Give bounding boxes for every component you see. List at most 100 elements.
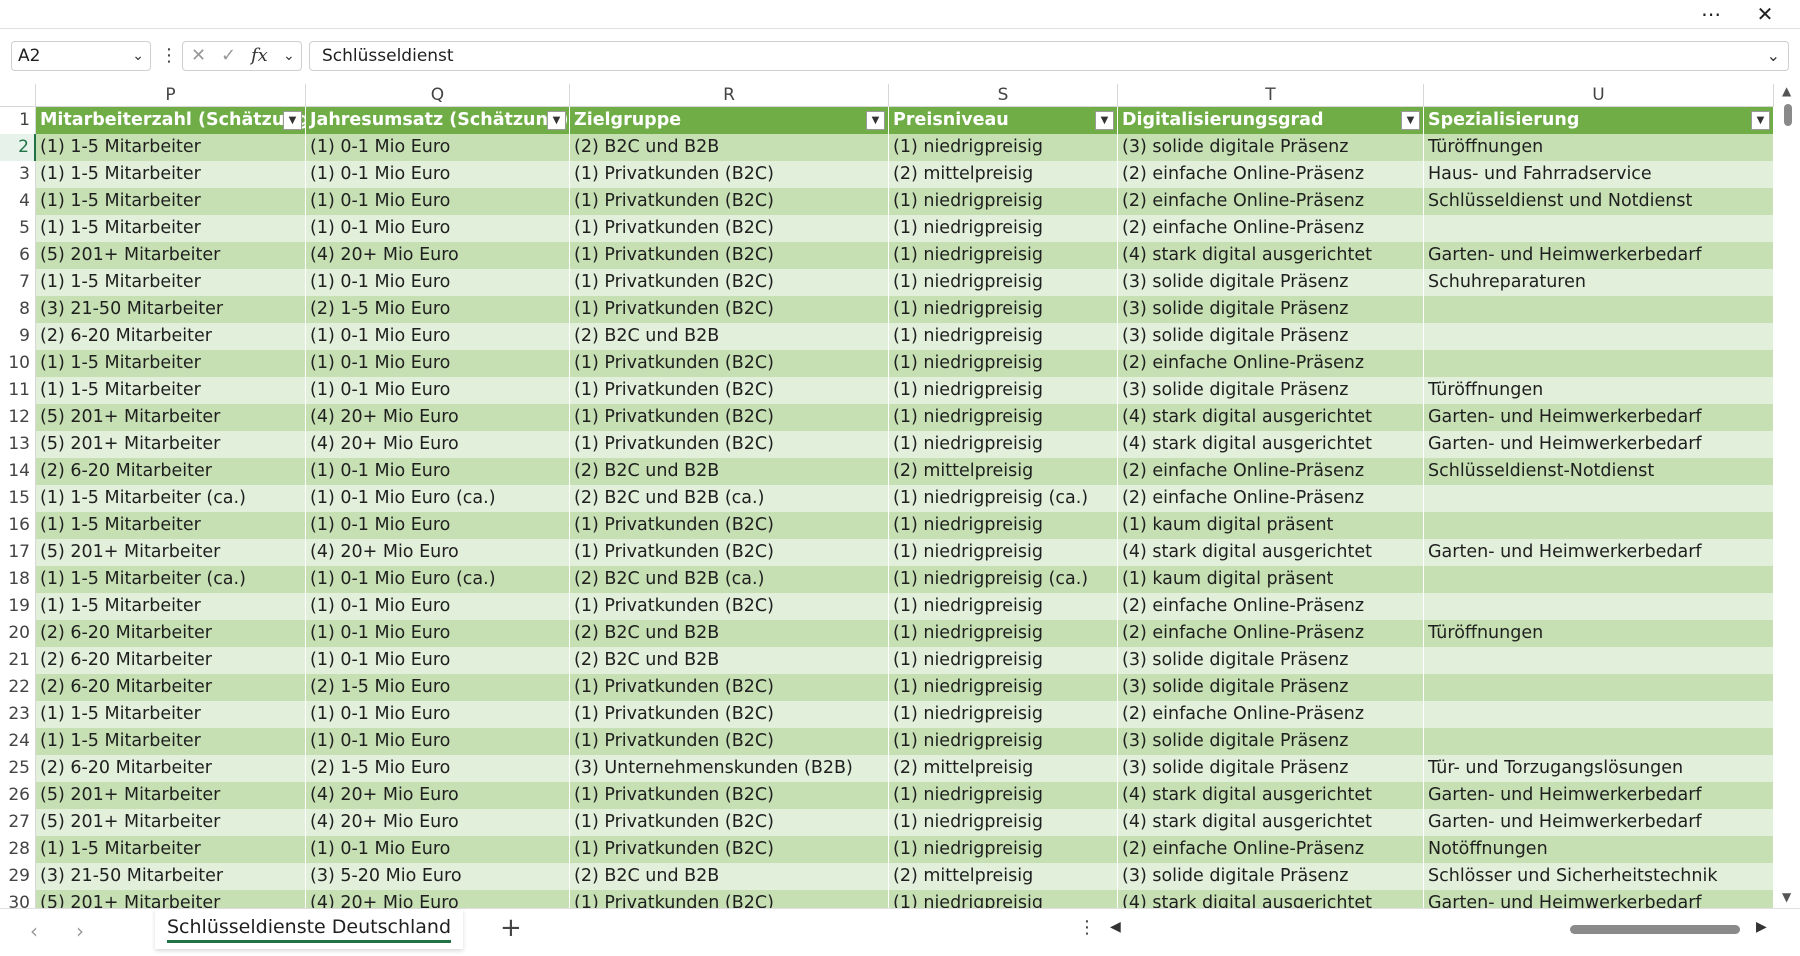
table-cell[interactable]: (2) mittelpreisig	[889, 161, 1118, 188]
table-cell[interactable]: (1) 0-1 Mio Euro	[306, 458, 570, 485]
close-icon[interactable]: ✕	[1742, 0, 1788, 28]
table-cell[interactable]: (1) Privatkunden (B2C)	[570, 782, 889, 809]
table-cell[interactable]	[1424, 323, 1774, 350]
table-cell[interactable]: (3) Unternehmenskunden (B2B)	[570, 755, 889, 782]
table-cell[interactable]: (1) niedrigpreisig	[889, 782, 1118, 809]
table-cell[interactable]: Türöffnungen	[1424, 377, 1774, 404]
table-cell[interactable]: (3) solide digitale Präsenz	[1118, 296, 1424, 323]
filter-dropdown-icon[interactable]: ▼	[1401, 111, 1420, 130]
table-cell[interactable]: (1) 0-1 Mio Euro	[306, 593, 570, 620]
table-cell[interactable]: (1) 1-5 Mitarbeiter	[36, 593, 306, 620]
table-cell[interactable]: (1) niedrigpreisig (ca.)	[889, 485, 1118, 512]
row-number[interactable]: 19	[0, 593, 36, 620]
table-cell[interactable]: (3) solide digitale Präsenz	[1118, 728, 1424, 755]
table-cell[interactable]: (1) niedrigpreisig	[889, 701, 1118, 728]
scroll-left-icon[interactable]: ◀	[1110, 919, 1121, 935]
table-cell[interactable]: (1) niedrigpreisig	[889, 296, 1118, 323]
table-cell[interactable]: (2) 6-20 Mitarbeiter	[36, 620, 306, 647]
table-cell[interactable]: Garten- und Heimwerkerbedarf	[1424, 809, 1774, 836]
row-number[interactable]: 5	[0, 215, 36, 242]
table-cell[interactable]: (1) 0-1 Mio Euro	[306, 377, 570, 404]
table-cell[interactable]: (5) 201+ Mitarbeiter	[36, 782, 306, 809]
table-cell[interactable]: (3) solide digitale Präsenz	[1118, 647, 1424, 674]
table-cell[interactable]: (1) niedrigpreisig	[889, 836, 1118, 863]
row-number[interactable]: 15	[0, 485, 36, 512]
table-cell[interactable]: (2) B2C und B2B (ca.)	[570, 566, 889, 593]
row-number[interactable]: 20	[0, 620, 36, 647]
vertical-scrollbar[interactable]: ▲ ▼	[1776, 84, 1800, 908]
table-cell[interactable]: (1) Privatkunden (B2C)	[570, 242, 889, 269]
table-cell[interactable]: (1) niedrigpreisig	[889, 215, 1118, 242]
header-cell[interactable]: Jahresumsatz (Schätzung) ▼	[306, 107, 570, 134]
table-cell[interactable]: (1) niedrigpreisig	[889, 890, 1118, 908]
horizontal-scroll-thumb[interactable]	[1570, 925, 1740, 934]
vertical-scroll-thumb[interactable]	[1784, 104, 1792, 126]
row-number[interactable]: 1	[0, 107, 36, 134]
table-cell[interactable]: (3) 5-20 Mio Euro	[306, 863, 570, 890]
table-cell[interactable]: (4) 20+ Mio Euro	[306, 242, 570, 269]
table-cell[interactable]: (1) Privatkunden (B2C)	[570, 161, 889, 188]
table-cell[interactable]: (2) mittelpreisig	[889, 755, 1118, 782]
table-cell[interactable]: (1) niedrigpreisig	[889, 377, 1118, 404]
vertical-dots-icon[interactable]: ⋮	[160, 41, 178, 71]
table-cell[interactable]: (1) niedrigpreisig	[889, 323, 1118, 350]
table-cell[interactable]: (2) 6-20 Mitarbeiter	[36, 323, 306, 350]
table-cell[interactable]: (1) Privatkunden (B2C)	[570, 539, 889, 566]
header-cell[interactable]: Zielgruppe ▼	[570, 107, 889, 134]
table-cell[interactable]: (1) niedrigpreisig	[889, 809, 1118, 836]
filter-dropdown-icon[interactable]: ▼	[1095, 111, 1114, 130]
table-cell[interactable]: (1) 0-1 Mio Euro	[306, 188, 570, 215]
table-cell[interactable]: (1) 1-5 Mitarbeiter (ca.)	[36, 566, 306, 593]
table-cell[interactable]: (1) niedrigpreisig	[889, 134, 1118, 161]
chevron-down-icon[interactable]: ⌄	[283, 42, 295, 70]
table-cell[interactable]: (1) 0-1 Mio Euro (ca.)	[306, 485, 570, 512]
table-cell[interactable]: (4) stark digital ausgerichtet	[1118, 890, 1424, 908]
row-number[interactable]: 21	[0, 647, 36, 674]
table-cell[interactable]: Garten- und Heimwerkerbedarf	[1424, 242, 1774, 269]
table-cell[interactable]: (3) solide digitale Präsenz	[1118, 863, 1424, 890]
row-number[interactable]: 12	[0, 404, 36, 431]
table-cell[interactable]: (2) 1-5 Mio Euro	[306, 674, 570, 701]
horizontal-scrollbar[interactable]: ◀ ▶	[1110, 919, 1770, 939]
table-cell[interactable]	[1424, 296, 1774, 323]
formula-input[interactable]: Schlüsseldienst ⌄	[309, 41, 1789, 71]
table-cell[interactable]: (1) 0-1 Mio Euro	[306, 620, 570, 647]
table-cell[interactable]: (1) Privatkunden (B2C)	[570, 269, 889, 296]
table-cell[interactable]: (1) 1-5 Mitarbeiter (ca.)	[36, 485, 306, 512]
table-cell[interactable]: Garten- und Heimwerkerbedarf	[1424, 404, 1774, 431]
scroll-down-icon[interactable]: ▼	[1782, 890, 1791, 904]
table-cell[interactable]: (4) stark digital ausgerichtet	[1118, 782, 1424, 809]
table-cell[interactable]: (1) 1-5 Mitarbeiter	[36, 701, 306, 728]
header-cell[interactable]: Preisniveau ▼	[889, 107, 1118, 134]
table-cell[interactable]: (1) niedrigpreisig	[889, 431, 1118, 458]
sheet-tab[interactable]: Schlüsseldienste Deutschland	[155, 909, 464, 949]
table-cell[interactable]	[1424, 701, 1774, 728]
table-cell[interactable]: (1) 0-1 Mio Euro	[306, 836, 570, 863]
table-cell[interactable]: (1) 0-1 Mio Euro	[306, 161, 570, 188]
table-cell[interactable]: (2) einfache Online-Präsenz	[1118, 161, 1424, 188]
table-cell[interactable]: (2) einfache Online-Präsenz	[1118, 215, 1424, 242]
row-number[interactable]: 17	[0, 539, 36, 566]
table-cell[interactable]: (4) 20+ Mio Euro	[306, 431, 570, 458]
table-cell[interactable]: (1) niedrigpreisig	[889, 242, 1118, 269]
table-cell[interactable]: (1) 1-5 Mitarbeiter	[36, 269, 306, 296]
table-cell[interactable]	[1424, 728, 1774, 755]
table-cell[interactable]: (2) 6-20 Mitarbeiter	[36, 755, 306, 782]
table-cell[interactable]	[1424, 674, 1774, 701]
table-cell[interactable]: (1) 1-5 Mitarbeiter	[36, 350, 306, 377]
row-number[interactable]: 16	[0, 512, 36, 539]
table-cell[interactable]: (1) 1-5 Mitarbeiter	[36, 134, 306, 161]
table-cell[interactable]: (1) niedrigpreisig	[889, 593, 1118, 620]
table-cell[interactable]	[1424, 566, 1774, 593]
filter-dropdown-icon[interactable]: ▼	[866, 111, 885, 130]
table-cell[interactable]: (2) B2C und B2B	[570, 458, 889, 485]
table-cell[interactable]: (5) 201+ Mitarbeiter	[36, 242, 306, 269]
table-cell[interactable]: (3) solide digitale Präsenz	[1118, 755, 1424, 782]
table-cell[interactable]: (4) stark digital ausgerichtet	[1118, 242, 1424, 269]
table-cell[interactable]: (4) 20+ Mio Euro	[306, 404, 570, 431]
table-cell[interactable]: Notöffnungen	[1424, 836, 1774, 863]
table-cell[interactable]: Garten- und Heimwerkerbedarf	[1424, 431, 1774, 458]
table-cell[interactable]: (1) niedrigpreisig	[889, 269, 1118, 296]
table-cell[interactable]: Garten- und Heimwerkerbedarf	[1424, 539, 1774, 566]
table-cell[interactable]: (1) niedrigpreisig	[889, 539, 1118, 566]
